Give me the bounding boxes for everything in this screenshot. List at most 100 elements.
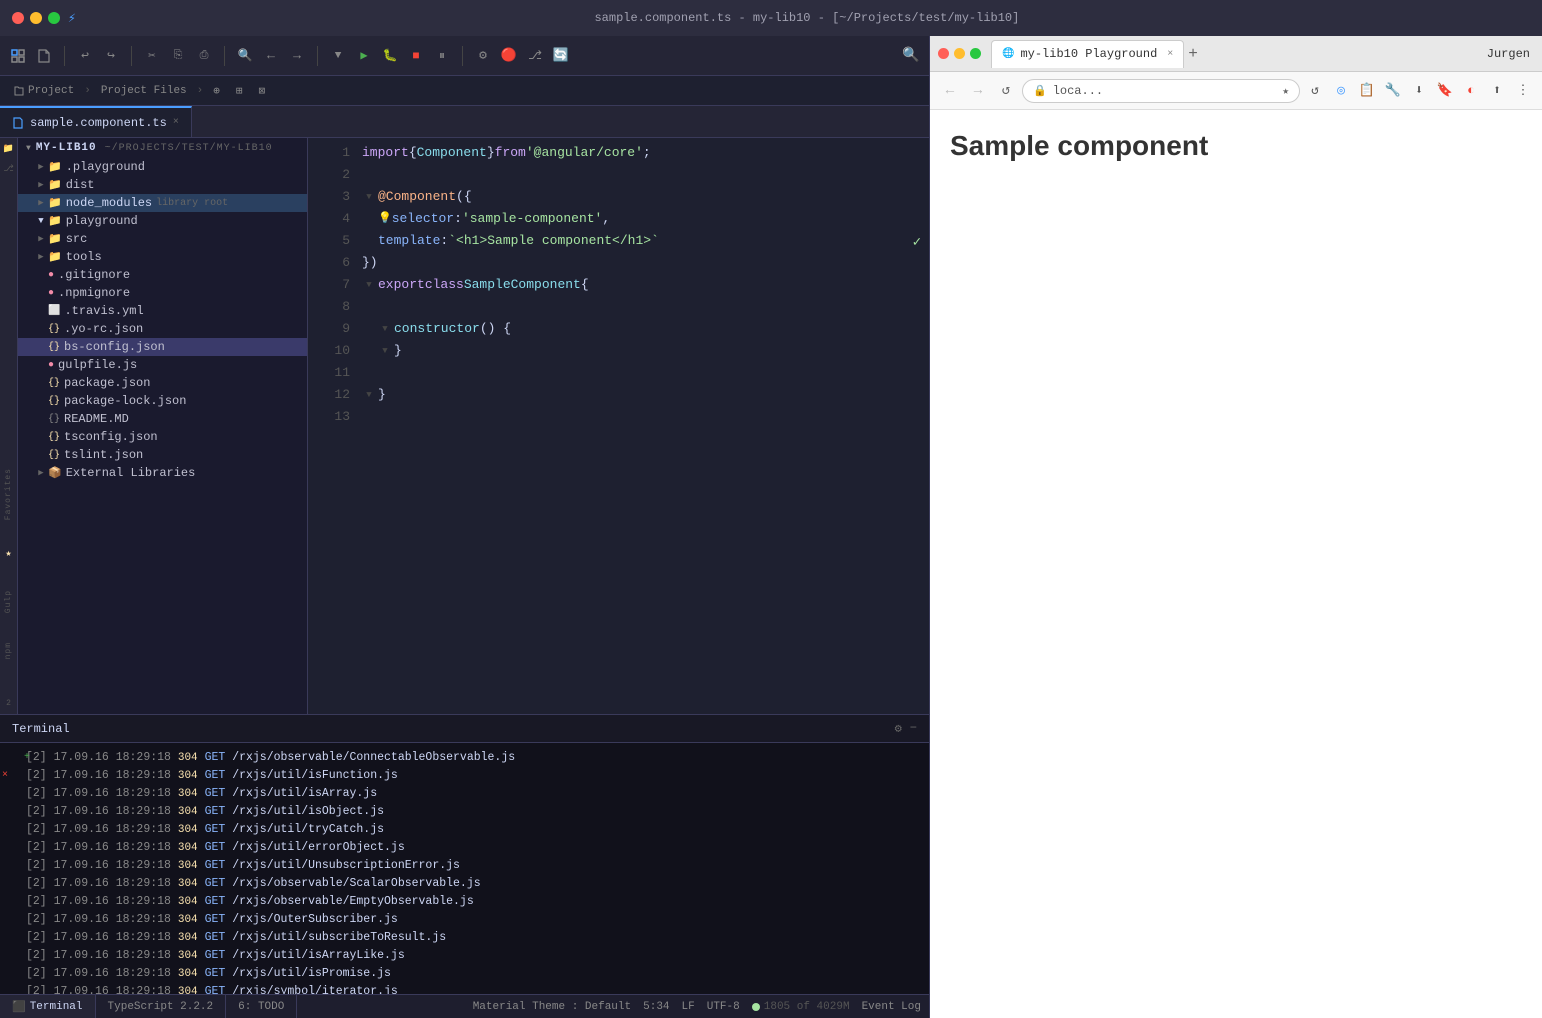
title-bar: ⚡ sample.component.ts - my-lib10 - [~/Pr… [0, 0, 1542, 36]
browser-ext-icon-5[interactable]: ⬇ [1408, 80, 1430, 102]
browser-ext-icon-2[interactable]: ◎ [1330, 80, 1352, 102]
nav-split[interactable]: ⊞ [230, 82, 249, 100]
tree-item-tools[interactable]: ▶ 📁 tools [18, 248, 307, 266]
tree-item-external-libs[interactable]: ▶ 📦 External Libraries [18, 464, 307, 482]
settings-icon[interactable]: ⚙ [473, 46, 493, 66]
tree-arrow-node-modules: ▶ [34, 198, 48, 208]
tree-arrow-external-libs: ▶ [34, 468, 48, 478]
nav-project[interactable]: Project [8, 83, 80, 99]
search-everywhere-icon[interactable]: 🔍 [901, 46, 921, 66]
tree-item-travis[interactable]: ⬜ .travis.yml [18, 302, 307, 320]
fold-btn-3[interactable]: ▼ [362, 190, 376, 204]
browser-forward-btn[interactable]: → [966, 79, 990, 103]
browser-content: Sample component [930, 110, 1542, 1018]
browser-ext-icon-6[interactable]: 🔖 [1434, 80, 1456, 102]
browser-address-bar[interactable]: 🔒 loca... ★ [1022, 79, 1300, 103]
close-button[interactable] [12, 12, 24, 24]
project-icon[interactable] [8, 46, 28, 66]
maximize-button[interactable] [48, 12, 60, 24]
fold-btn-12[interactable]: ▼ [362, 388, 376, 402]
browser-menu-btn[interactable]: ⋮ [1512, 80, 1534, 102]
run-dropdown[interactable]: ▼ [328, 46, 348, 66]
status-theme[interactable]: Material Theme : Default [473, 1001, 631, 1013]
tree-item-npmignore[interactable]: ● .npmignore [18, 284, 307, 302]
tree-item-gulpfile[interactable]: ● gulpfile.js [18, 356, 307, 374]
browser-new-tab-btn[interactable]: + [1188, 45, 1198, 63]
term-line-5: [2] 17.09.16 18:29:18 304 GET /rxjs/util… [26, 821, 917, 839]
constructor-fn: constructor [394, 318, 480, 340]
alert-icon[interactable]: 🔴 [499, 46, 519, 66]
refresh-icon[interactable]: 🔄 [551, 46, 571, 66]
status-event-log[interactable]: Event Log [862, 1001, 921, 1013]
browser-close-btn[interactable] [938, 48, 949, 59]
terminal-content[interactable]: + [2] 17.09.16 18:29:18 304 GET /rxjs/ob… [0, 743, 929, 994]
redo-icon[interactable]: ↪ [101, 46, 121, 66]
tree-item-bsConfig[interactable]: {} bs-config.json [18, 338, 307, 356]
cut-icon[interactable]: ✂ [142, 46, 162, 66]
fold-btn-7[interactable]: ▼ [362, 278, 376, 292]
tree-item-gitignore[interactable]: ● .gitignore [18, 266, 307, 284]
file-icon[interactable] [34, 46, 54, 66]
file-tab-close-icon[interactable]: × [173, 117, 179, 128]
tree-item-playground[interactable]: ▶ 📁 .playground [18, 158, 307, 176]
terminal-minimize-icon[interactable]: − [910, 721, 917, 736]
undo-icon[interactable]: ↩ [75, 46, 95, 66]
activity-vcs-icon[interactable]: ⎇ [3, 164, 13, 174]
browser-ext-icon-3[interactable]: 📋 [1356, 80, 1378, 102]
browser-reload-btn[interactable]: ↺ [994, 79, 1018, 103]
browser-max-btn[interactable] [970, 48, 981, 59]
tree-item-playground-dir[interactable]: ▼ 📁 playground [18, 212, 307, 230]
angular-core-string: '@angular/core' [526, 142, 643, 164]
browser-back-btn[interactable]: ← [938, 79, 962, 103]
browser-tab-close-icon[interactable]: × [1167, 49, 1173, 60]
tree-root-header[interactable]: ▼ my-lib10 ~/Projects/test/my-lib10 [18, 138, 307, 158]
fold-btn-10[interactable]: ▼ [378, 344, 392, 358]
file-tab-label: sample.component.ts [30, 116, 167, 130]
debug-icon[interactable]: 🐛 [380, 46, 400, 66]
browser-ext-icon-4[interactable]: 🔧 [1382, 80, 1404, 102]
terminal-settings-icon[interactable]: ⚙ [895, 721, 902, 736]
browser-ext-icon-8[interactable]: ⬆ [1486, 80, 1508, 102]
back-icon[interactable]: ← [261, 46, 281, 66]
tree-item-tslint[interactable]: {} tslint.json [18, 446, 307, 464]
tree-item-packageJson[interactable]: {} package.json [18, 374, 307, 392]
status-position[interactable]: 5:34 [643, 1001, 669, 1013]
browser-min-btn[interactable] [954, 48, 965, 59]
tree-item-readme[interactable]: {} README.MD [18, 410, 307, 428]
bottom-tabs: ⬛ Terminal TypeScript 2.2.2 6: TODO Mate… [0, 994, 929, 1018]
line-numbers: 1 2 3 4 5 6 7 8 9 10 11 12 13 [308, 142, 358, 428]
term-line-1: [2] 17.09.16 18:29:18 304 GET /rxjs/obse… [26, 749, 917, 767]
browser-tab-playground[interactable]: 🌐 my-lib10 Playground × [991, 40, 1184, 68]
activity-project-icon[interactable]: 📁 [3, 144, 14, 154]
minimize-button[interactable] [30, 12, 42, 24]
tree-item-tsconfig[interactable]: {} tsconfig.json [18, 428, 307, 446]
code-line-4: 💡 selector : 'sample-component' , [358, 208, 909, 230]
file-tab-sample-component[interactable]: sample.component.ts × [0, 106, 192, 137]
tree-item-packageLockJson[interactable]: {} package-lock.json [18, 392, 307, 410]
browser-ext-icon-1[interactable]: ↺ [1304, 80, 1326, 102]
nav-close[interactable]: ⊠ [253, 82, 272, 100]
forward-icon[interactable]: → [287, 46, 307, 66]
copy-icon[interactable]: ⎘ [168, 46, 188, 66]
paste-icon[interactable]: ⎙ [194, 46, 214, 66]
nav-project-files[interactable]: Project Files [95, 83, 193, 99]
status-line-format[interactable]: LF [682, 1001, 695, 1013]
bottom-tab-terminal[interactable]: ⬛ Terminal [0, 995, 96, 1018]
nav-add[interactable]: ⊕ [207, 82, 226, 100]
bottom-tab-typescript[interactable]: TypeScript 2.2.2 [96, 995, 227, 1018]
stop-button[interactable]: ■ [406, 46, 426, 66]
fold-btn-9[interactable]: ▼ [378, 322, 392, 336]
tree-item-dist[interactable]: ▶ 📁 dist [18, 176, 307, 194]
tree-item-src[interactable]: ▶ 📁 src [18, 230, 307, 248]
tree-item-yoRcJson[interactable]: {} .yo-rc.json [18, 320, 307, 338]
status-encoding[interactable]: UTF-8 [707, 1001, 740, 1013]
vcs-icon[interactable]: ⎇ [525, 46, 545, 66]
run-button[interactable]: ▶ [354, 46, 374, 66]
bottom-tab-todo[interactable]: 6: TODO [226, 995, 297, 1018]
browser-ext-icon-7[interactable]: ◐ [1460, 80, 1482, 102]
search-icon[interactable]: 🔍 [235, 46, 255, 66]
pause-icon[interactable]: ⏸ [432, 46, 452, 66]
tree-item-node-modules[interactable]: ▶ 📁 node_modules library root [18, 194, 307, 212]
activity-star-icon[interactable]: ★ [5, 548, 11, 560]
code-editor[interactable]: ✓ 1 2 3 4 5 6 7 8 9 10 [308, 138, 929, 714]
